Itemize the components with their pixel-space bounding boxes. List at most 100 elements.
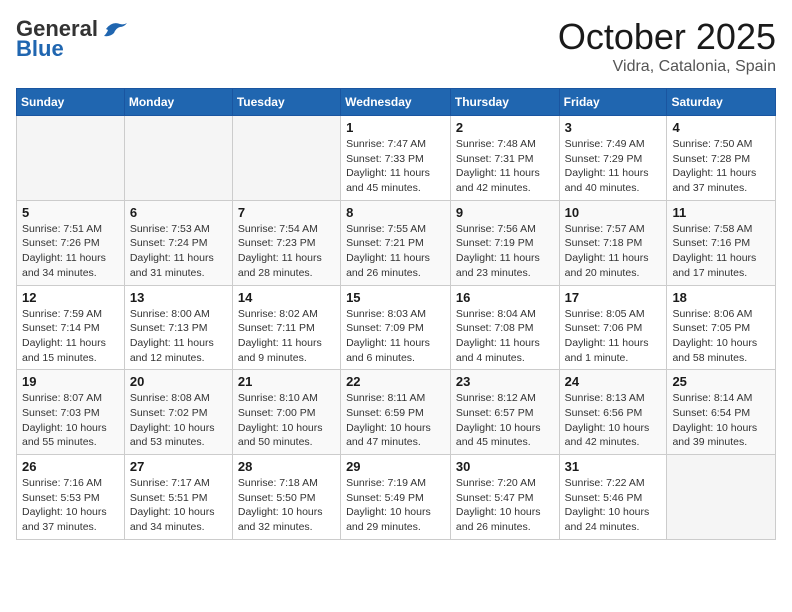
calendar-cell: 17Sunrise: 8:05 AM Sunset: 7:06 PM Dayli…: [559, 285, 667, 370]
day-number: 15: [346, 290, 445, 305]
day-number: 24: [565, 374, 662, 389]
calendar-cell: 1 Sunrise: 7:47 AM Sunset: 7:33 PM Daylig…: [341, 116, 451, 201]
day-number: 16: [456, 290, 554, 305]
day-info: Sunrise: 7:53 AM Sunset: 7:24 PM Dayligh…: [130, 222, 227, 281]
day-number: 26: [22, 459, 119, 474]
weekday-header-wednesday: Wednesday: [341, 89, 451, 116]
day-info: Sunrise: 8:05 AM Sunset: 7:06 PM Dayligh…: [565, 307, 662, 366]
day-number: 3: [565, 120, 662, 135]
day-info: Sunrise: 8:06 AM Sunset: 7:05 PM Dayligh…: [672, 307, 770, 366]
calendar-week-row: 1 Sunrise: 7:47 AM Sunset: 7:33 PM Daylig…: [17, 116, 776, 201]
calendar-table: SundayMondayTuesdayWednesdayThursdayFrid…: [16, 88, 776, 540]
calendar-cell: 13 Sunrise: 8:00 AM Sunset: 7:13 PM Dayli…: [124, 285, 232, 370]
day-info: Sunrise: 7:47 AM Sunset: 7:33 PM Dayligh…: [346, 137, 445, 196]
day-number: 10: [565, 205, 662, 220]
day-info: Sunrise: 7:54 AM Sunset: 7:23 PM Dayligh…: [238, 222, 335, 281]
day-number: 31: [565, 459, 662, 474]
calendar-week-row: 19 Sunrise: 8:07 AM Sunset: 7:03 PM Dayli…: [17, 370, 776, 455]
calendar-cell: 28 Sunrise: 7:18 AM Sunset: 5:50 PM Dayli…: [232, 455, 340, 540]
day-number: 19: [22, 374, 119, 389]
day-number: 13: [130, 290, 227, 305]
calendar-cell: 8Sunrise: 7:55 AM Sunset: 7:21 PM Daylig…: [341, 200, 451, 285]
title-section: October 2025 Vidra, Catalonia, Spain: [558, 16, 776, 76]
day-info: Sunrise: 8:14 AM Sunset: 6:54 PM Dayligh…: [672, 391, 770, 450]
weekday-header-thursday: Thursday: [450, 89, 559, 116]
logo-blue: Blue: [16, 36, 64, 62]
day-info: Sunrise: 7:19 AM Sunset: 5:49 PM Dayligh…: [346, 476, 445, 535]
day-number: 6: [130, 205, 227, 220]
calendar-cell: 20 Sunrise: 8:08 AM Sunset: 7:02 PM Dayli…: [124, 370, 232, 455]
calendar-cell: [124, 116, 232, 201]
day-info: Sunrise: 7:50 AM Sunset: 7:28 PM Dayligh…: [672, 137, 770, 196]
day-info: Sunrise: 7:59 AM Sunset: 7:14 PM Dayligh…: [22, 307, 119, 366]
day-info: Sunrise: 7:17 AM Sunset: 5:51 PM Dayligh…: [130, 476, 227, 535]
calendar-cell: 7 Sunrise: 7:54 AM Sunset: 7:23 PM Daylig…: [232, 200, 340, 285]
weekday-header-sunday: Sunday: [17, 89, 125, 116]
day-number: 18: [672, 290, 770, 305]
page-header: General Blue October 2025 Vidra, Catalon…: [16, 16, 776, 76]
calendar-cell: 9 Sunrise: 7:56 AM Sunset: 7:19 PM Daylig…: [450, 200, 559, 285]
day-number: 30: [456, 459, 554, 474]
day-info: Sunrise: 7:22 AM Sunset: 5:46 PM Dayligh…: [565, 476, 662, 535]
day-number: 20: [130, 374, 227, 389]
weekday-header-friday: Friday: [559, 89, 667, 116]
calendar-cell: 26 Sunrise: 7:16 AM Sunset: 5:53 PM Dayli…: [17, 455, 125, 540]
logo-bird-icon: [102, 19, 128, 39]
calendar-cell: 24Sunrise: 8:13 AM Sunset: 6:56 PM Dayli…: [559, 370, 667, 455]
calendar-cell: 4 Sunrise: 7:50 AM Sunset: 7:28 PM Daylig…: [667, 116, 776, 201]
weekday-header-saturday: Saturday: [667, 89, 776, 116]
day-number: 9: [456, 205, 554, 220]
calendar-cell: 10 Sunrise: 7:57 AM Sunset: 7:18 PM Dayli…: [559, 200, 667, 285]
calendar-cell: 27 Sunrise: 7:17 AM Sunset: 5:51 PM Dayli…: [124, 455, 232, 540]
calendar-cell: 11 Sunrise: 7:58 AM Sunset: 7:16 PM Dayli…: [667, 200, 776, 285]
calendar-cell: 25Sunrise: 8:14 AM Sunset: 6:54 PM Dayli…: [667, 370, 776, 455]
day-info: Sunrise: 8:04 AM Sunset: 7:08 PM Dayligh…: [456, 307, 554, 366]
day-info: Sunrise: 8:08 AM Sunset: 7:02 PM Dayligh…: [130, 391, 227, 450]
day-info: Sunrise: 7:56 AM Sunset: 7:19 PM Dayligh…: [456, 222, 554, 281]
day-info: Sunrise: 7:16 AM Sunset: 5:53 PM Dayligh…: [22, 476, 119, 535]
day-number: 28: [238, 459, 335, 474]
weekday-header-tuesday: Tuesday: [232, 89, 340, 116]
day-info: Sunrise: 8:07 AM Sunset: 7:03 PM Dayligh…: [22, 391, 119, 450]
calendar-cell: 18 Sunrise: 8:06 AM Sunset: 7:05 PM Dayli…: [667, 285, 776, 370]
day-number: 22: [346, 374, 445, 389]
day-info: Sunrise: 8:12 AM Sunset: 6:57 PM Dayligh…: [456, 391, 554, 450]
day-number: 2: [456, 120, 554, 135]
day-number: 7: [238, 205, 335, 220]
logo: General Blue: [16, 16, 128, 62]
day-number: 4: [672, 120, 770, 135]
calendar-week-row: 26 Sunrise: 7:16 AM Sunset: 5:53 PM Dayli…: [17, 455, 776, 540]
day-info: Sunrise: 7:49 AM Sunset: 7:29 PM Dayligh…: [565, 137, 662, 196]
calendar-cell: [232, 116, 340, 201]
day-info: Sunrise: 7:48 AM Sunset: 7:31 PM Dayligh…: [456, 137, 554, 196]
calendar-cell: 29 Sunrise: 7:19 AM Sunset: 5:49 PM Dayli…: [341, 455, 451, 540]
day-number: 21: [238, 374, 335, 389]
calendar-week-row: 5 Sunrise: 7:51 AM Sunset: 7:26 PM Daylig…: [17, 200, 776, 285]
day-number: 14: [238, 290, 335, 305]
calendar-cell: 30 Sunrise: 7:20 AM Sunset: 5:47 PM Dayli…: [450, 455, 559, 540]
day-number: 12: [22, 290, 119, 305]
day-number: 8: [346, 205, 445, 220]
day-number: 29: [346, 459, 445, 474]
day-info: Sunrise: 8:00 AM Sunset: 7:13 PM Dayligh…: [130, 307, 227, 366]
calendar-cell: 15 Sunrise: 8:03 AM Sunset: 7:09 PM Dayli…: [341, 285, 451, 370]
calendar-cell: [667, 455, 776, 540]
day-info: Sunrise: 8:03 AM Sunset: 7:09 PM Dayligh…: [346, 307, 445, 366]
day-number: 1: [346, 120, 445, 135]
calendar-cell: 5 Sunrise: 7:51 AM Sunset: 7:26 PM Daylig…: [17, 200, 125, 285]
calendar-cell: 2 Sunrise: 7:48 AM Sunset: 7:31 PM Daylig…: [450, 116, 559, 201]
day-info: Sunrise: 7:51 AM Sunset: 7:26 PM Dayligh…: [22, 222, 119, 281]
calendar-cell: 6 Sunrise: 7:53 AM Sunset: 7:24 PM Daylig…: [124, 200, 232, 285]
day-number: 11: [672, 205, 770, 220]
day-number: 5: [22, 205, 119, 220]
weekday-header-row: SundayMondayTuesdayWednesdayThursdayFrid…: [17, 89, 776, 116]
calendar-subtitle: Vidra, Catalonia, Spain: [558, 58, 776, 76]
day-info: Sunrise: 8:02 AM Sunset: 7:11 PM Dayligh…: [238, 307, 335, 366]
calendar-cell: 14 Sunrise: 8:02 AM Sunset: 7:11 PM Dayli…: [232, 285, 340, 370]
day-info: Sunrise: 7:57 AM Sunset: 7:18 PM Dayligh…: [565, 222, 662, 281]
day-info: Sunrise: 7:58 AM Sunset: 7:16 PM Dayligh…: [672, 222, 770, 281]
day-info: Sunrise: 7:18 AM Sunset: 5:50 PM Dayligh…: [238, 476, 335, 535]
day-info: Sunrise: 7:20 AM Sunset: 5:47 PM Dayligh…: [456, 476, 554, 535]
calendar-cell: 19 Sunrise: 8:07 AM Sunset: 7:03 PM Dayli…: [17, 370, 125, 455]
day-number: 27: [130, 459, 227, 474]
